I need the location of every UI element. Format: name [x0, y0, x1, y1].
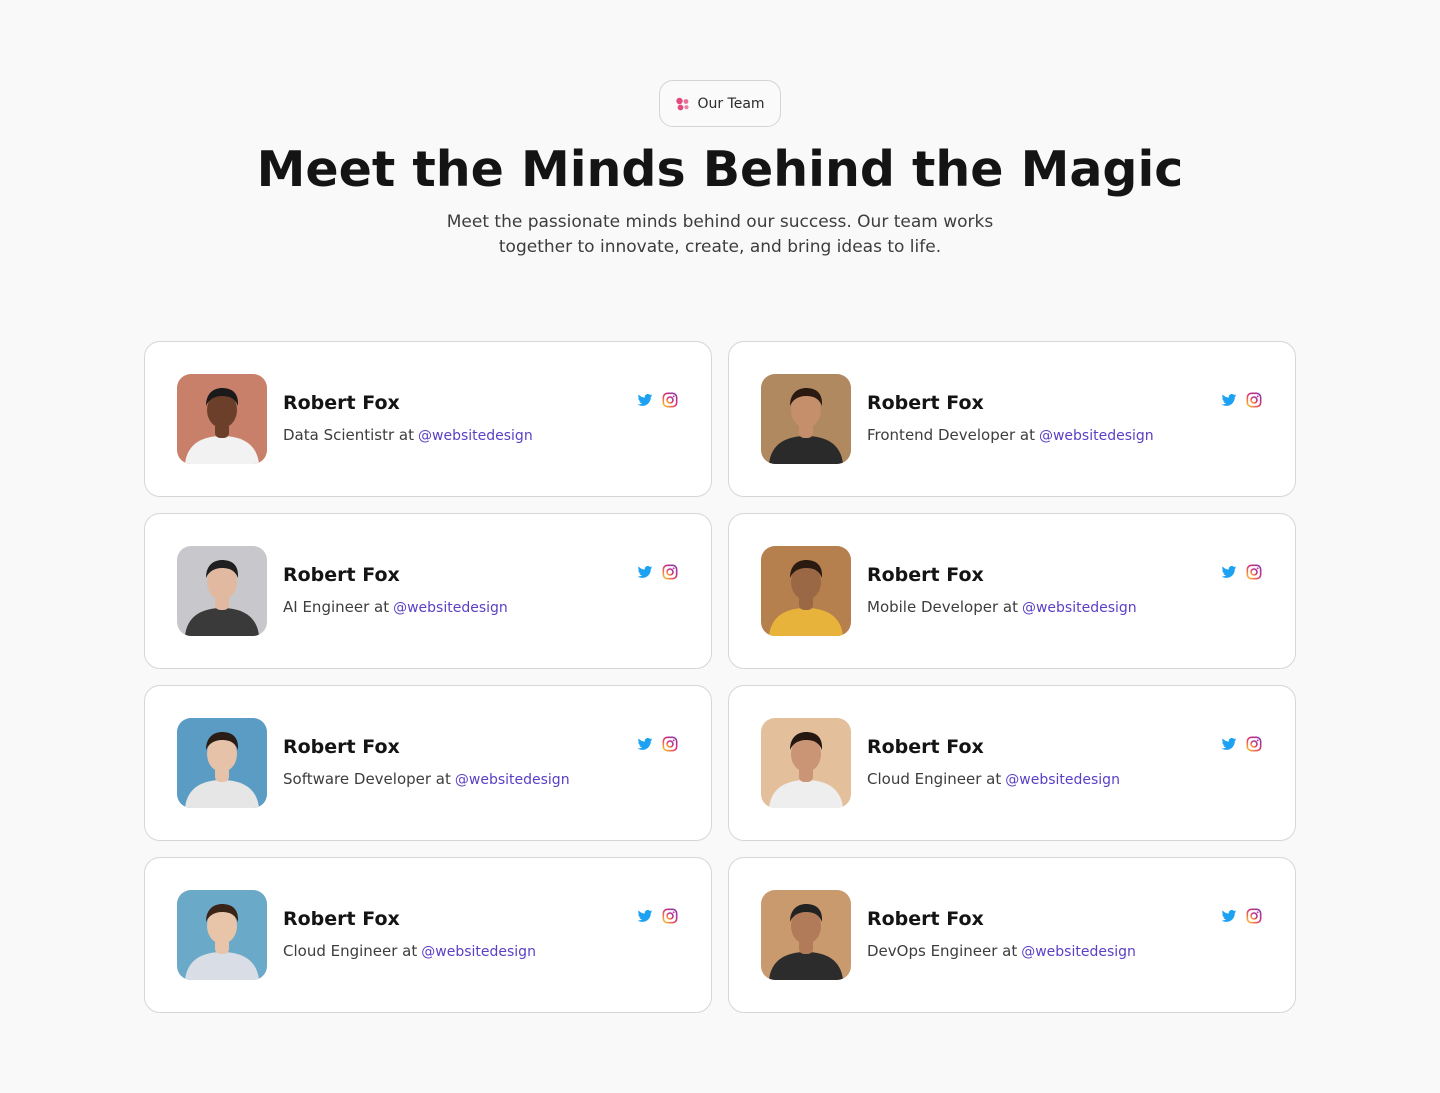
- instagram-icon[interactable]: [662, 908, 678, 924]
- member-name: Robert Fox: [283, 564, 400, 586]
- member-role-line: Data Scientistr at @websitedesign: [283, 426, 533, 444]
- social-links: [637, 564, 678, 580]
- member-handle-link[interactable]: @websitedesign: [418, 428, 533, 444]
- twitter-icon[interactable]: [637, 736, 653, 752]
- section-badge: Our Team: [659, 80, 781, 127]
- instagram-icon[interactable]: [662, 564, 678, 580]
- team-member-card: Robert Fox Cloud Engineer at @websitedesig…: [728, 685, 1296, 841]
- instagram-icon[interactable]: [662, 736, 678, 752]
- social-links: [1221, 908, 1262, 924]
- avatar: [177, 890, 267, 980]
- team-member-card: Robert Fox Mobile Developer at @websitedes…: [728, 513, 1296, 669]
- member-role: Frontend Developer at: [867, 426, 1035, 444]
- member-handle-link[interactable]: @websitedesign: [1005, 772, 1120, 788]
- member-name: Robert Fox: [867, 392, 984, 414]
- team-grid: Robert Fox Data Scientistr at @websitedesi…: [144, 341, 1296, 1013]
- badge-label: Our Team: [697, 95, 765, 112]
- team-member-card: Robert Fox AI Engineer at @websitedesign: [144, 513, 712, 669]
- social-links: [637, 736, 678, 752]
- team-member-card: Robert Fox Frontend Developer at @websited…: [728, 341, 1296, 497]
- twitter-icon[interactable]: [1221, 908, 1237, 924]
- member-handle-link[interactable]: @websitedesign: [393, 600, 508, 616]
- member-role: Data Scientistr at: [283, 426, 415, 444]
- avatar: [177, 374, 267, 464]
- member-handle-link[interactable]: @websitedesign: [455, 772, 570, 788]
- member-name: Robert Fox: [867, 908, 984, 930]
- page-subtitle: Meet the passionate minds behind our suc…: [446, 212, 994, 257]
- member-role-line: Cloud Engineer at @websitedesign: [867, 770, 1120, 788]
- social-links: [1221, 564, 1262, 580]
- member-role: DevOps Engineer at: [867, 942, 1018, 960]
- member-handle-link[interactable]: @websitedesign: [1039, 428, 1154, 444]
- team-member-card: Robert Fox Data Scientistr at @websitedesi…: [144, 341, 712, 497]
- member-role-line: AI Engineer at @websitedesign: [283, 598, 508, 616]
- member-role-line: Software Developer at @websitedesign: [283, 770, 570, 788]
- social-links: [637, 392, 678, 408]
- instagram-icon[interactable]: [1246, 564, 1262, 580]
- member-role: Cloud Engineer at: [283, 942, 418, 960]
- twitter-icon[interactable]: [637, 392, 653, 408]
- member-name: Robert Fox: [867, 564, 984, 586]
- social-links: [1221, 392, 1262, 408]
- member-role: Mobile Developer at: [867, 598, 1018, 616]
- instagram-icon[interactable]: [1246, 736, 1262, 752]
- avatar: [177, 718, 267, 808]
- member-role: AI Engineer at: [283, 598, 390, 616]
- page-title: Meet the Minds Behind the Magic: [256, 141, 1184, 198]
- member-name: Robert Fox: [283, 392, 400, 414]
- member-role-line: DevOps Engineer at @websitedesign: [867, 942, 1136, 960]
- team-member-card: Robert Fox Cloud Engineer at @websitedesig…: [144, 857, 712, 1013]
- avatar: [177, 546, 267, 636]
- member-role: Cloud Engineer at: [867, 770, 1002, 788]
- social-links: [1221, 736, 1262, 752]
- twitter-icon[interactable]: [637, 564, 653, 580]
- team-icon: [675, 97, 690, 111]
- member-role-line: Cloud Engineer at @websitedesign: [283, 942, 536, 960]
- twitter-icon[interactable]: [1221, 564, 1237, 580]
- social-links: [637, 908, 678, 924]
- instagram-icon[interactable]: [1246, 392, 1262, 408]
- avatar: [761, 718, 851, 808]
- team-member-card: Robert Fox Software Developer at @websited…: [144, 685, 712, 841]
- avatar: [761, 374, 851, 464]
- member-handle-link[interactable]: @websitedesign: [1021, 944, 1136, 960]
- twitter-icon[interactable]: [637, 908, 653, 924]
- member-name: Robert Fox: [283, 736, 400, 758]
- member-handle-link[interactable]: @websitedesign: [1022, 600, 1137, 616]
- avatar: [761, 546, 851, 636]
- member-role-line: Frontend Developer at @websitedesign: [867, 426, 1154, 444]
- instagram-icon[interactable]: [662, 392, 678, 408]
- twitter-icon[interactable]: [1221, 736, 1237, 752]
- twitter-icon[interactable]: [1221, 392, 1237, 408]
- instagram-icon[interactable]: [1246, 908, 1262, 924]
- member-name: Robert Fox: [283, 908, 400, 930]
- avatar: [761, 890, 851, 980]
- member-handle-link[interactable]: @websitedesign: [421, 944, 536, 960]
- team-member-card: Robert Fox DevOps Engineer at @websitedesi…: [728, 857, 1296, 1013]
- member-role: Software Developer at: [283, 770, 451, 788]
- member-name: Robert Fox: [867, 736, 984, 758]
- member-role-line: Mobile Developer at @websitedesign: [867, 598, 1137, 616]
